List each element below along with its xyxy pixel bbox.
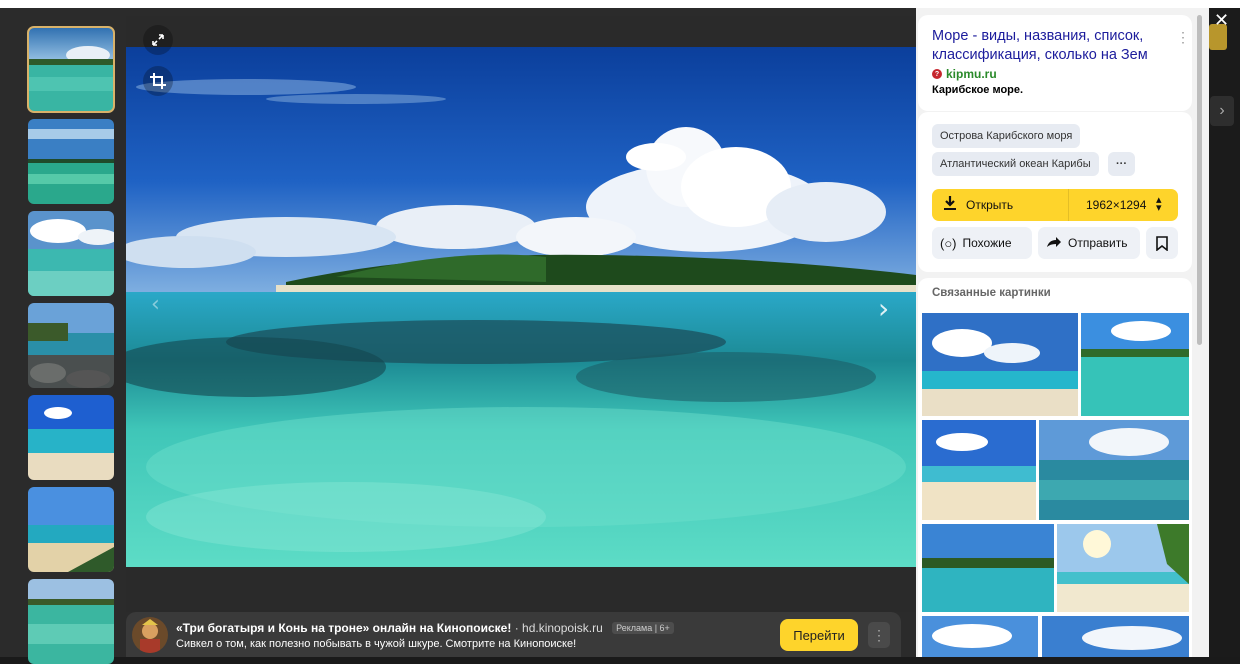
related-image-6[interactable] [1057, 524, 1189, 612]
panel-scrollbar[interactable] [1197, 15, 1202, 345]
related-image-5[interactable] [922, 524, 1054, 612]
thumbnail-item-3[interactable] [28, 211, 114, 296]
source-domain[interactable]: kipmu.ru [946, 67, 997, 81]
ad-badge: Реклама | 6+ [612, 622, 674, 634]
top-strip [0, 0, 1240, 8]
download-icon [943, 195, 957, 214]
expand-icon[interactable] [143, 25, 173, 55]
size-select[interactable]: 1962×1294 [1086, 198, 1146, 212]
open-divider [1068, 189, 1069, 221]
chevron-right-icon[interactable]: › [1210, 96, 1234, 126]
thumbnail-item-4[interactable] [28, 303, 114, 388]
source-link[interactable]: ? kipmu.ru [932, 67, 997, 81]
related-image-7[interactable] [922, 616, 1038, 657]
kebab-menu-icon[interactable]: ⋮ [1176, 29, 1190, 46]
thumbnail-strip [22, 22, 118, 664]
page-title-link[interactable]: Море - виды, названия, список, классифик… [932, 27, 1172, 65]
ad-avatar [132, 617, 168, 653]
thumbnail-item-2[interactable] [28, 119, 114, 204]
similar-button[interactable]: (○) Похожие [932, 227, 1032, 259]
source-favicon-icon: ? [932, 69, 942, 79]
similar-label: Похожие [962, 236, 1012, 250]
related-images-title: Связанные картинки [932, 287, 1051, 299]
ad-domain[interactable]: · hd.kinopoisk.ru [515, 621, 603, 635]
image-viewer: ‹ › «Три богатыря и Конь на троне» онлай… [0, 0, 1240, 664]
thumbnail-item-1[interactable] [27, 26, 115, 113]
prev-arrow-icon[interactable]: ‹ [151, 292, 160, 317]
ad-description: Сивкел о том, как полезно побывать в чуж… [176, 638, 577, 650]
share-label: Отправить [1068, 236, 1128, 250]
related-image-3[interactable] [922, 420, 1036, 520]
related-image-8[interactable] [1042, 616, 1189, 657]
bookmark-button[interactable] [1146, 227, 1178, 259]
thumbnail-item-6[interactable] [28, 487, 114, 572]
main-image[interactable] [126, 47, 916, 567]
ad-go-button[interactable]: Перейти [780, 619, 858, 651]
thumbnail-item-7[interactable] [28, 579, 114, 664]
related-image-4[interactable] [1039, 420, 1189, 520]
more-tags-button[interactable]: ··· [1108, 152, 1135, 176]
crop-icon[interactable] [143, 66, 173, 96]
ad-title-text[interactable]: «Три богатыря и Конь на троне» онлайн на… [176, 621, 511, 635]
size-select-arrows-icon[interactable]: ▴ ▾ [1156, 195, 1162, 214]
actions-card: Острова Карибского моря Атлантический ок… [918, 112, 1192, 272]
related-image-2[interactable] [1081, 313, 1189, 416]
share-button[interactable]: Отправить [1038, 227, 1140, 259]
ad-more-button[interactable]: ⋮ [868, 622, 890, 648]
tag-chip-2[interactable]: Атлантический океан Карибы [932, 152, 1099, 176]
bookmark-icon [1156, 235, 1168, 251]
open-button[interactable]: Открыть 1962×1294 ▴ ▾ [932, 189, 1178, 221]
open-label: Открыть [966, 198, 1014, 212]
image-description: Карибское море. [932, 84, 1024, 96]
info-card: Море - виды, названия, список, классифик… [918, 15, 1192, 111]
ad-title[interactable]: «Три богатыря и Конь на троне» онлайн на… [176, 621, 674, 635]
related-images-section: Связанные картинки [918, 278, 1192, 657]
close-icon[interactable]: ✕ [1214, 10, 1229, 31]
tag-chip-1[interactable]: Острова Карибского моря [932, 124, 1081, 148]
ad-banner[interactable]: «Три богатыря и Конь на троне» онлайн на… [126, 612, 901, 657]
next-arrow-icon[interactable]: › [878, 292, 889, 325]
similar-search-icon: (○) [940, 235, 957, 251]
related-image-1[interactable] [922, 313, 1078, 416]
share-arrow-icon [1046, 236, 1062, 251]
thumbnail-item-5[interactable] [28, 395, 114, 480]
